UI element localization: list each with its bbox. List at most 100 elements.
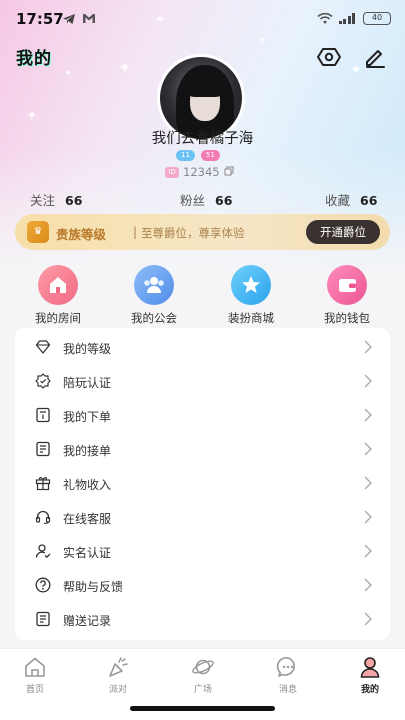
charm-badge: 51 xyxy=(200,150,220,161)
star-icon xyxy=(231,265,271,305)
party-icon xyxy=(106,655,130,679)
tab-profile[interactable]: 我的 xyxy=(340,655,400,695)
sparkle-decoration: ✦ xyxy=(118,58,132,77)
menu-item-label: 礼物收入 xyxy=(63,478,112,492)
quick-entry-label: 装扮商城 xyxy=(228,311,274,325)
quick-entry-dress-mall[interactable]: 装扮商城 xyxy=(211,265,291,326)
help-icon xyxy=(35,577,51,593)
noble-title: 贵族等级 xyxy=(56,227,107,242)
tab-party[interactable]: 派对 xyxy=(88,655,148,695)
stat-label: 收藏 xyxy=(325,193,351,208)
edit-icon[interactable] xyxy=(362,44,388,70)
record-icon xyxy=(35,611,51,627)
stat-following[interactable]: 关注 66 xyxy=(30,190,82,209)
crown-icon: ♛ xyxy=(27,221,49,243)
tab-label: 首页 xyxy=(25,685,44,695)
stat-label: 关注 xyxy=(30,193,56,208)
open-noble-button[interactable]: 开通爵位 xyxy=(306,220,380,244)
noble-description: 至尊爵位，尊享体验 xyxy=(141,226,245,240)
quick-entry-my-room[interactable]: 我的房间 xyxy=(18,265,98,326)
receive-order-icon xyxy=(35,441,51,457)
battery-indicator: 40 xyxy=(363,12,391,25)
copy-icon[interactable] xyxy=(224,165,234,179)
menu-item-companion-cert[interactable]: 陪玩认证 xyxy=(15,364,390,398)
menu-item-label: 陪玩认证 xyxy=(63,376,112,390)
quick-entry-my-guild[interactable]: 我的公会 xyxy=(114,265,194,326)
sparkle-decoration: ✦ xyxy=(258,36,266,46)
eye-icon[interactable] xyxy=(316,44,342,70)
noble-separator: | xyxy=(133,225,138,239)
user-id-row: ID 12345 xyxy=(165,165,234,179)
stat-value: 66 xyxy=(65,193,83,208)
stat-value: 66 xyxy=(360,193,378,208)
sparkle-decoration: ✦ xyxy=(26,108,38,124)
menu-item-my-accepted-orders[interactable]: 我的接单 xyxy=(15,432,390,466)
chevron-right-icon xyxy=(364,611,372,626)
menu-item-gift-records[interactable]: 赠送记录 xyxy=(15,602,390,636)
sparkle-decoration: ✦ xyxy=(350,62,362,78)
chevron-right-icon xyxy=(364,441,372,456)
chevron-right-icon xyxy=(364,407,372,422)
wallet-icon xyxy=(327,265,367,305)
chevron-right-icon xyxy=(364,543,372,558)
mail-icon xyxy=(82,13,96,27)
quick-entry-label: 我的公会 xyxy=(131,311,177,325)
tab-label: 派对 xyxy=(108,685,127,695)
tab-messages[interactable]: 消息 xyxy=(258,655,318,695)
stat-fans[interactable]: 粉丝 66 xyxy=(180,190,232,209)
menu-item-my-orders[interactable]: 我的下单 xyxy=(15,398,390,432)
menu-item-label: 在线客服 xyxy=(63,512,112,526)
menu-item-label: 我的接单 xyxy=(63,444,112,458)
chevron-right-icon xyxy=(364,373,372,388)
stat-favorites[interactable]: 收藏 66 xyxy=(325,190,377,209)
order-icon xyxy=(35,407,51,423)
menu-item-label: 帮助与反馈 xyxy=(63,580,124,594)
chevron-right-icon xyxy=(364,509,372,524)
stat-label: 粉丝 xyxy=(180,193,206,208)
user-verify-icon xyxy=(35,543,51,559)
id-tag-icon: ID xyxy=(165,166,179,178)
home-icon xyxy=(38,265,78,305)
page-title: 我的 xyxy=(16,49,52,69)
wifi-icon xyxy=(317,10,333,29)
tab-label: 广场 xyxy=(193,685,212,695)
tab-label: 我的 xyxy=(360,685,379,695)
menu-item-label: 我的等级 xyxy=(63,342,112,356)
tab-square[interactable]: 广场 xyxy=(173,655,233,695)
nickname: 我们去看橘子海 xyxy=(151,131,254,147)
group-icon xyxy=(134,265,174,305)
signal-icon xyxy=(338,12,355,24)
quick-entry-my-wallet[interactable]: 我的钱包 xyxy=(307,265,387,326)
menu-item-online-support[interactable]: 在线客服 xyxy=(15,500,390,534)
planet-icon xyxy=(191,655,215,679)
chevron-right-icon xyxy=(364,475,372,490)
diamond-icon xyxy=(35,339,51,355)
settings-menu: 我的等级 陪玩认证 我的下单 我的接单 礼物收入 在线客服 实名认证 帮助与反馈 xyxy=(15,328,390,640)
status-time: 17:57 xyxy=(16,10,64,28)
level-badge: 11 xyxy=(176,150,195,161)
headset-icon xyxy=(35,509,51,525)
menu-item-label: 实名认证 xyxy=(63,546,112,560)
menu-item-real-name-verify[interactable]: 实名认证 xyxy=(15,534,390,568)
menu-item-label: 赠送记录 xyxy=(63,614,112,628)
status-bar: 17:57 40 xyxy=(0,0,405,36)
stat-value: 66 xyxy=(215,193,233,208)
menu-item-gift-income[interactable]: 礼物收入 xyxy=(15,466,390,500)
home-tab-icon xyxy=(23,655,47,679)
profile-tab-icon xyxy=(358,655,382,679)
tab-label: 消息 xyxy=(278,685,297,695)
sparkle-decoration: ✦ xyxy=(64,68,73,79)
message-icon xyxy=(276,655,300,679)
noble-banner[interactable]: ♛ 贵族等级 | 至尊爵位，尊享体验 开通爵位 xyxy=(15,214,390,250)
home-indicator xyxy=(130,706,275,711)
user-badges: 11 51 xyxy=(176,150,220,161)
telegram-icon xyxy=(62,13,76,28)
gift-icon xyxy=(35,475,51,491)
tab-home[interactable]: 首页 xyxy=(5,655,65,695)
quick-entry-label: 我的钱包 xyxy=(324,311,370,325)
menu-item-my-level[interactable]: 我的等级 xyxy=(15,330,390,364)
quick-entry-label: 我的房间 xyxy=(35,311,81,325)
menu-item-label: 我的下单 xyxy=(63,410,112,424)
certificate-icon xyxy=(35,373,51,389)
menu-item-help-feedback[interactable]: 帮助与反馈 xyxy=(15,568,390,602)
